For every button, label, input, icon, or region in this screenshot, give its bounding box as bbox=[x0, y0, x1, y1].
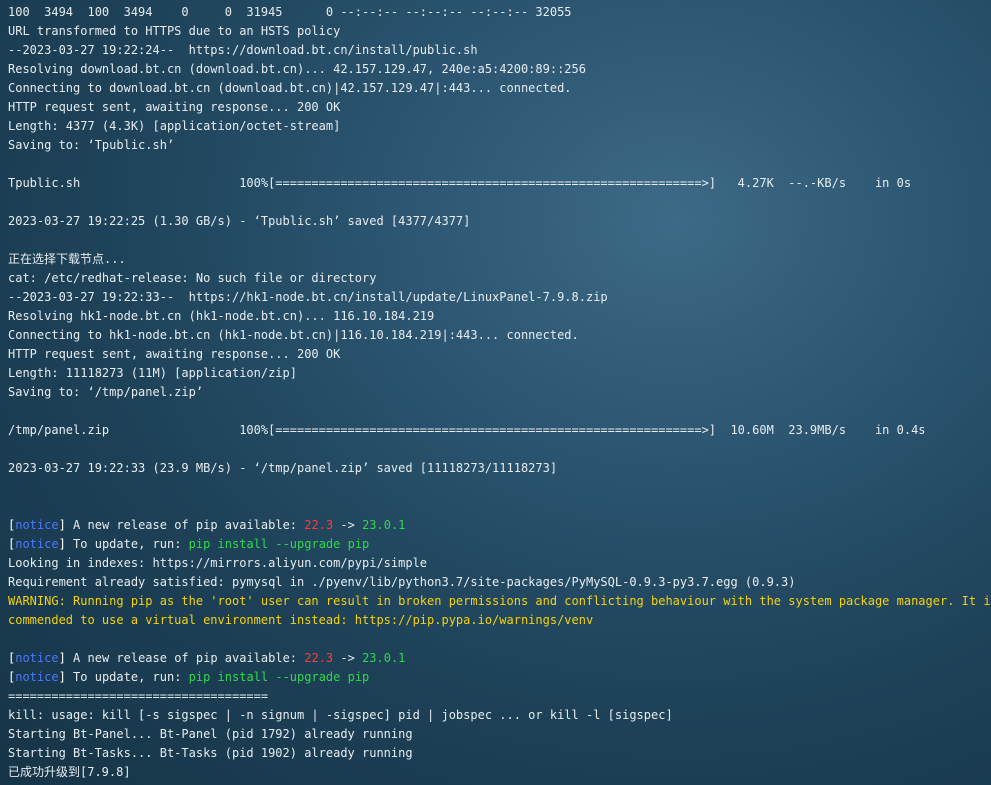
connecting-line: Connecting to download.bt.cn (download.b… bbox=[8, 81, 572, 95]
new-version: 23.0.1 bbox=[362, 651, 406, 665]
saved-line: 2023-03-27 19:22:25 (1.30 GB/s) - ‘Tpubl… bbox=[8, 214, 471, 228]
download-progress-line: Tpublic.sh 100%[========================… bbox=[8, 176, 912, 190]
upgrade-success-line: 已成功升级到[7.9.8] bbox=[8, 765, 131, 779]
pip-notice-update-line: [notice] To update, run: pip install --u… bbox=[8, 668, 991, 687]
notice-update-text: To update, run: bbox=[65, 537, 189, 551]
http-response-line: HTTP request sent, awaiting response... … bbox=[8, 100, 341, 114]
download-progress-line: /tmp/panel.zip 100%[====================… bbox=[8, 423, 926, 437]
notice-release-text: A new release of pip available: bbox=[65, 518, 305, 532]
notice-tag: notice bbox=[15, 670, 59, 684]
hsts-line: URL transformed to HTTPS due to an HSTS … bbox=[8, 24, 341, 38]
version-arrow: -> bbox=[333, 518, 363, 532]
pip-warning-line: WARNING: Running pip as the 'root' user … bbox=[8, 594, 991, 608]
pip-notice-release-line: [notice] A new release of pip available:… bbox=[8, 649, 991, 668]
separator-line: ==================================== bbox=[8, 689, 269, 703]
notice-bracket-close: ] bbox=[58, 651, 66, 665]
kill-usage-line: kill: usage: kill [-s sigspec | -n signu… bbox=[8, 708, 673, 722]
pip-upgrade-command: pip install --upgrade pip bbox=[188, 670, 370, 684]
saving-line: Saving to: ‘Tpublic.sh’ bbox=[8, 138, 175, 152]
resolving-line: Resolving download.bt.cn (download.bt.cn… bbox=[8, 62, 586, 76]
bt-panel-status-line: Starting Bt-Panel... Bt-Panel (pid 1792)… bbox=[8, 727, 413, 741]
notice-tag: notice bbox=[15, 651, 59, 665]
selecting-node-line: 正在选择下载节点... bbox=[8, 252, 126, 266]
saving-line: Saving to: ‘/tmp/panel.zip’ bbox=[8, 385, 204, 399]
version-arrow: -> bbox=[333, 651, 363, 665]
curl-progress-line: 100 3494 100 3494 0 0 31945 0 --:--:-- -… bbox=[8, 5, 572, 19]
notice-bracket-close: ] bbox=[58, 518, 66, 532]
new-version: 23.0.1 bbox=[362, 518, 406, 532]
notice-bracket-close: ] bbox=[58, 537, 66, 551]
pip-notice-update-line: [notice] To update, run: pip install --u… bbox=[8, 535, 991, 554]
notice-release-text: A new release of pip available: bbox=[65, 651, 305, 665]
bt-tasks-status-line: Starting Bt-Tasks... Bt-Tasks (pid 1902)… bbox=[8, 746, 413, 760]
notice-tag: notice bbox=[15, 537, 59, 551]
pip-upgrade-command: pip install --upgrade pip bbox=[188, 537, 370, 551]
cat-error-line: cat: /etc/redhat-release: No such file o… bbox=[8, 271, 377, 285]
pip-index-line: Looking in indexes: https://mirrors.aliy… bbox=[8, 556, 428, 570]
resolving-line: Resolving hk1-node.bt.cn (hk1-node.bt.cn… bbox=[8, 309, 435, 323]
old-version: 22.3 bbox=[304, 518, 334, 532]
notice-update-text: To update, run: bbox=[65, 670, 189, 684]
old-version: 22.3 bbox=[304, 651, 334, 665]
pip-notice-release-line: [notice] A new release of pip available:… bbox=[8, 516, 991, 535]
length-line: Length: 4377 (4.3K) [application/octet-s… bbox=[8, 119, 341, 133]
notice-tag: notice bbox=[15, 518, 59, 532]
requirement-line: Requirement already satisfied: pymysql i… bbox=[8, 575, 796, 589]
saved-line: 2023-03-27 19:22:33 (23.9 MB/s) - ‘/tmp/… bbox=[8, 461, 558, 475]
wget-url-line: --2023-03-27 19:22:33-- https://hk1-node… bbox=[8, 290, 608, 304]
terminal-output[interactable]: 100 3494 100 3494 0 0 31945 0 --:--:-- -… bbox=[0, 0, 991, 785]
notice-bracket-close: ] bbox=[58, 670, 66, 684]
http-response-line: HTTP request sent, awaiting response... … bbox=[8, 347, 341, 361]
pip-warning-line-cont: commended to use a virtual environment i… bbox=[8, 613, 594, 627]
wget-url-line: --2023-03-27 19:22:24-- https://download… bbox=[8, 43, 478, 57]
length-line: Length: 11118273 (11M) [application/zip] bbox=[8, 366, 297, 380]
connecting-line: Connecting to hk1-node.bt.cn (hk1-node.b… bbox=[8, 328, 579, 342]
